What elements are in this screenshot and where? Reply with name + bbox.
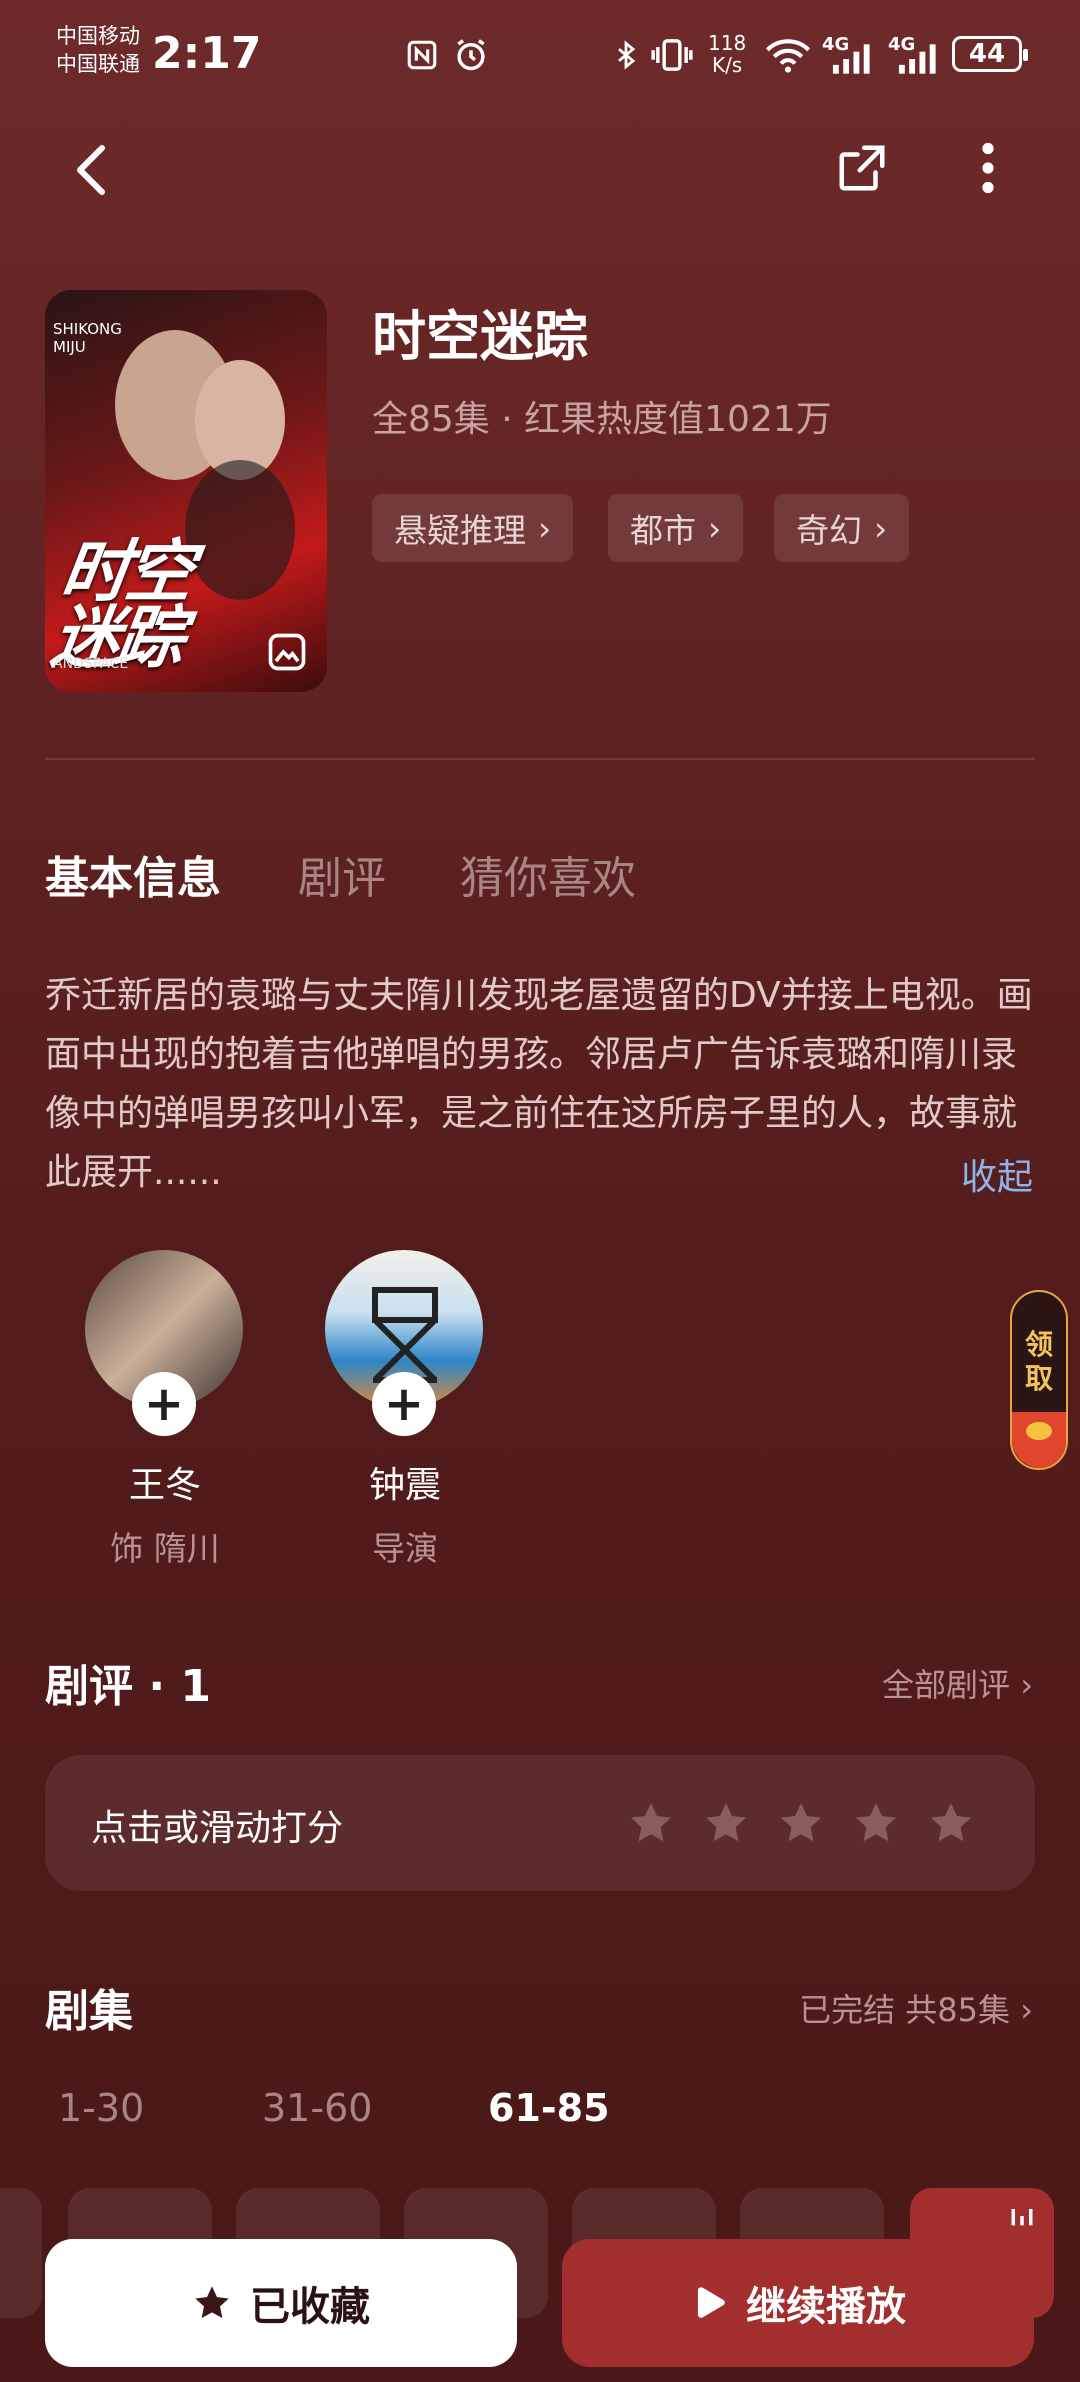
episode-range-1[interactable]: 1-30 <box>58 2086 144 2130</box>
tag-mystery[interactable]: 悬疑推理 › <box>372 494 574 562</box>
carrier-label: 中国移动 中国联通 <box>56 24 140 76</box>
share-button[interactable] <box>830 136 894 200</box>
cast-role: 饰 隋川 <box>110 1529 220 1568</box>
episodes-heading: 剧集 <box>45 1986 133 2037</box>
playing-bars-icon <box>1011 2209 1033 2226</box>
tab-recommend[interactable]: 猜你喜欢 <box>460 842 636 906</box>
clock: 2:17 <box>152 28 262 79</box>
chevron-right-icon: › <box>874 508 888 548</box>
chevron-right-icon: › <box>708 508 722 548</box>
show-title: 时空迷踪 <box>372 305 588 368</box>
signal-icon-2 <box>898 44 936 74</box>
follow-plus-icon[interactable]: + <box>132 1372 196 1436</box>
follow-plus-icon[interactable]: + <box>372 1372 436 1436</box>
rating-prompt: 点击或滑动打分 <box>91 1808 344 1849</box>
favorite-button[interactable]: 已收藏 <box>45 2239 517 2367</box>
star-icon[interactable] <box>852 1799 900 1847</box>
chevron-right-icon: › <box>538 508 552 548</box>
show-meta: 全85集 · 红果热度值1021万 <box>372 399 832 440</box>
back-button[interactable] <box>60 130 120 210</box>
episodes-status-link[interactable]: 已完结 共85集 › <box>799 1985 1033 2031</box>
poster-title: 时空迷踪 <box>46 533 196 678</box>
cast-name: 王冬 <box>128 1465 201 1506</box>
all-reviews-link[interactable]: 全部剧评 › <box>882 1660 1033 1706</box>
continue-play-button[interactable]: 继续播放 <box>562 2239 1034 2367</box>
episode-tile[interactable] <box>0 2188 42 2318</box>
alarm-icon <box>457 39 485 71</box>
chevron-right-icon: › <box>1020 1666 1033 1704</box>
episode-range-2[interactable]: 31-60 <box>262 2086 372 2130</box>
cast-member-1[interactable]: + 王冬 饰 隋川 <box>65 1250 265 1570</box>
episode-range-3[interactable]: 61-85 <box>488 2086 610 2130</box>
chevron-right-icon: › <box>1020 1991 1033 2029</box>
wifi-icon <box>765 39 811 73</box>
claim-reward-button[interactable]: 领取 <box>1010 1290 1068 1470</box>
signal-icon-1 <box>832 44 870 74</box>
star-filled-icon <box>195 2286 229 2319</box>
tab-basic-info[interactable]: 基本信息 <box>45 842 221 906</box>
more-button[interactable] <box>960 136 1016 200</box>
chevron-left-icon <box>77 145 105 195</box>
reviews-heading: 剧评 · 1 <box>45 1661 211 1712</box>
show-description: 乔迁新居的袁璐与丈夫隋川发现老屋遗留的DV并接上电视。画面中出现的抱着吉他弹唱的… <box>45 975 1033 1193</box>
show-poster[interactable]: SHIKONG MIJU 时空迷踪 ANDSPACE <box>45 290 327 692</box>
nfc-icon <box>407 40 437 70</box>
star-icon[interactable] <box>702 1799 750 1847</box>
collapse-link[interactable]: 收起 <box>961 1148 1033 1200</box>
network-speed: 118 K/s <box>708 31 747 77</box>
vibrate-icon <box>651 39 693 71</box>
star-icon[interactable] <box>927 1799 975 1847</box>
poster-caption: ANDSPACE <box>53 656 129 672</box>
share-icon <box>839 145 885 191</box>
star-icon[interactable] <box>777 1799 825 1847</box>
star-icon[interactable] <box>627 1799 675 1847</box>
rating-box[interactable]: 点击或滑动打分 <box>45 1755 1035 1891</box>
poster-subtitle: SHIKONG MIJU <box>53 320 122 356</box>
more-vertical-icon <box>982 142 994 194</box>
red-envelope-icon <box>1012 1412 1066 1468</box>
tab-reviews[interactable]: 剧评 <box>298 842 386 906</box>
divider <box>45 758 1035 760</box>
tag-urban[interactable]: 都市 › <box>608 494 744 562</box>
play-icon <box>697 2287 725 2318</box>
tag-fantasy[interactable]: 奇幻 › <box>774 494 910 562</box>
bluetooth-icon <box>618 40 636 70</box>
battery-indicator: 44 <box>952 36 1028 72</box>
cast-role: 导演 <box>372 1529 438 1568</box>
cast-name: 钟震 <box>368 1465 441 1506</box>
cast-member-2[interactable]: + 钟震 导演 <box>305 1250 505 1570</box>
image-icon <box>268 633 306 671</box>
